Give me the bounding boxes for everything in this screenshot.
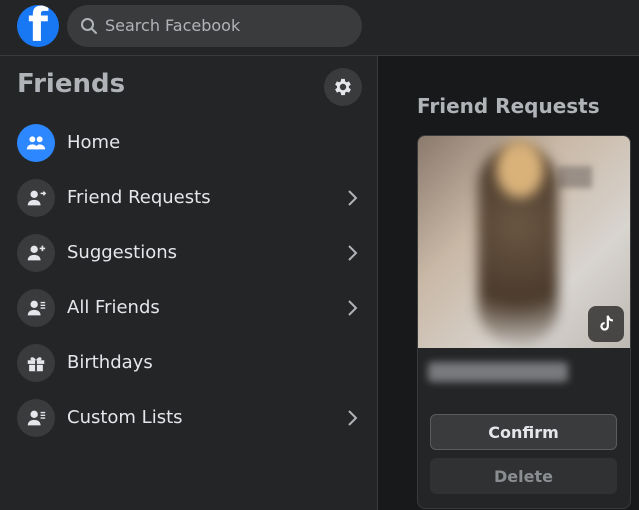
sidebar-item-label: Custom Lists (67, 407, 183, 428)
chevron-right-icon (348, 245, 358, 261)
friend-list-icon (17, 399, 55, 437)
sidebar-item-custom-lists[interactable]: Custom Lists (8, 392, 370, 444)
page-title: Friends (17, 69, 126, 99)
profile-photo[interactable] (418, 136, 630, 348)
photo-figure-head (496, 140, 544, 198)
gear-icon (335, 78, 351, 96)
sidebar-item-label: Home (67, 132, 121, 153)
friends-sidebar: Friends Home Friend Requests Suggestions… (0, 56, 378, 510)
sidebar-item-all-friends[interactable]: All Friends (8, 282, 370, 334)
photo-background-detail (558, 166, 592, 188)
facebook-logo[interactable]: f (17, 5, 59, 47)
friends-home-icon (17, 124, 55, 162)
delete-button[interactable]: Delete (430, 458, 617, 494)
chevron-right-icon (348, 190, 358, 206)
friend-requests-panel: Friend Requests Confirm Delete (379, 56, 639, 510)
friend-request-card[interactable]: Confirm Delete (417, 135, 631, 509)
requester-name-redacted[interactable] (428, 362, 568, 382)
sidebar-item-label: All Friends (67, 297, 160, 318)
gift-icon (17, 344, 55, 382)
sidebar-item-home[interactable]: Home (8, 117, 370, 169)
search-box[interactable]: Search Facebook (67, 5, 362, 47)
sidebar-item-friend-requests[interactable]: Friend Requests (8, 172, 370, 224)
confirm-button[interactable]: Confirm (430, 414, 617, 450)
chevron-right-icon (348, 410, 358, 426)
top-bar: f Search Facebook (0, 0, 639, 56)
chevron-right-icon (348, 300, 358, 316)
logo-letter: f (28, 5, 49, 47)
friend-request-icon (17, 179, 55, 217)
friend-add-icon (17, 234, 55, 272)
section-title: Friend Requests (417, 94, 600, 118)
sidebar-item-label: Suggestions (67, 242, 177, 263)
search-icon (81, 18, 97, 34)
sidebar-item-suggestions[interactable]: Suggestions (8, 227, 370, 279)
friend-list-icon (17, 289, 55, 327)
search-input[interactable]: Search Facebook (105, 16, 240, 35)
tiktok-logo-icon (588, 306, 624, 342)
sidebar-item-label: Friend Requests (67, 187, 211, 208)
sidebar-item-label: Birthdays (67, 352, 153, 373)
sidebar-item-birthdays[interactable]: Birthdays (8, 337, 370, 389)
settings-button[interactable] (324, 68, 362, 106)
